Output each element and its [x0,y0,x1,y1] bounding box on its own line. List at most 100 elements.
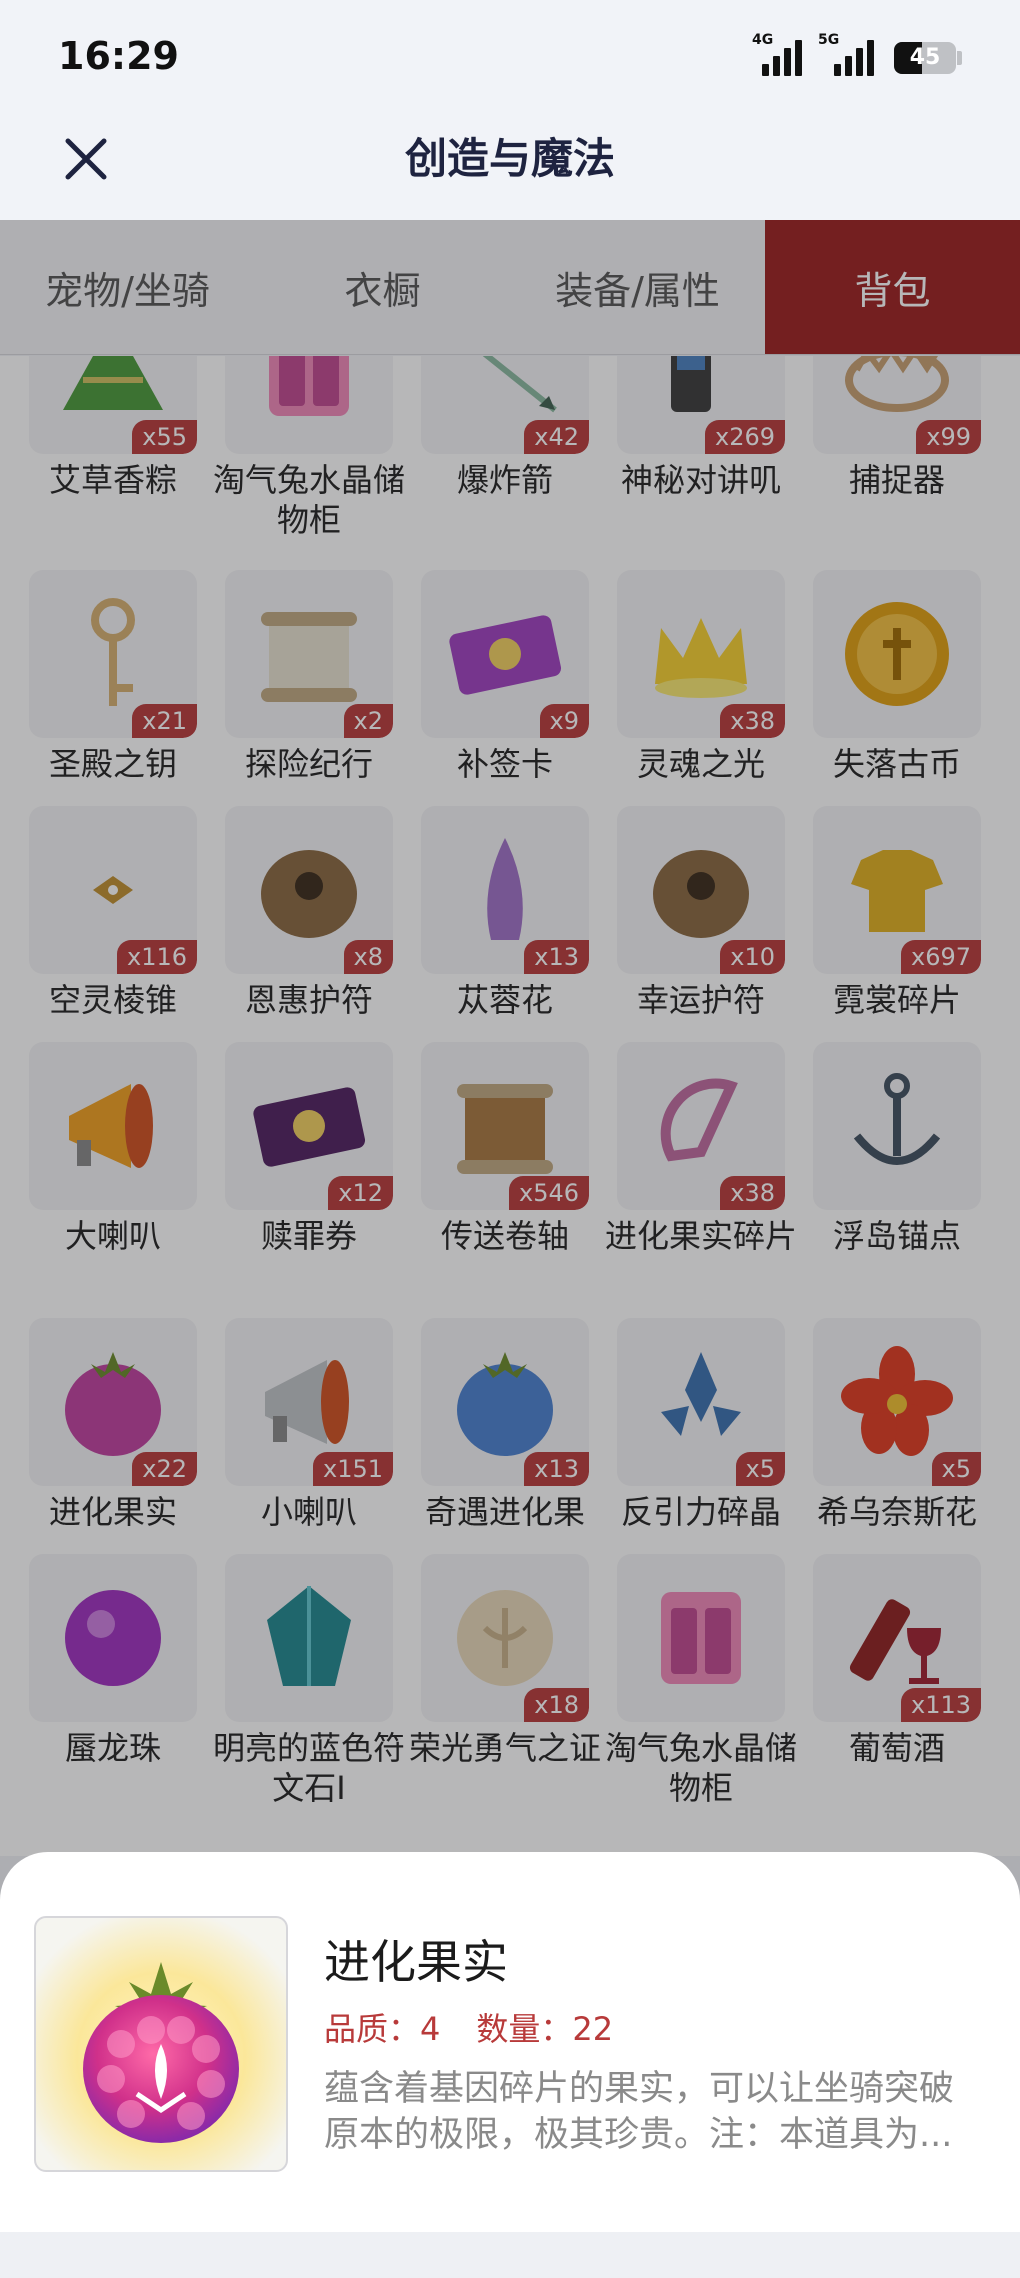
status-time: 16:29 [58,34,179,78]
inventory-item[interactable]: 浮岛锚点 [798,1042,996,1256]
key-icon [91,598,135,706]
item-thumbnail [813,1042,981,1210]
inventory-item[interactable]: 失落古币 [798,570,996,784]
inventory-item[interactable]: x38 进化果实碎片 [602,1042,800,1256]
megaphone-icon [265,1360,349,1444]
inventory-item[interactable]: x12 赎罪券 [210,1042,408,1256]
inventory-item[interactable]: x113 葡萄酒 [798,1554,996,1768]
item-thumbnail: x99 [813,356,981,454]
item-thumbnail: x2 [225,570,393,738]
voucher-icon [253,1087,366,1167]
crown-icon [655,618,747,698]
inventory-item[interactable]: x8 恩惠护符 [210,806,408,1020]
item-thumbnail: x55 [29,356,197,454]
inventory-item[interactable]: x38 灵魂之光 [602,570,800,784]
inventory-item[interactable]: 明亮的蓝色符文石I [210,1554,408,1808]
item-count-badge: x116 [116,940,197,974]
inventory-item[interactable]: x5 反引力碎晶 [602,1318,800,1532]
item-name: 明亮的蓝色符文石I [212,1729,405,1807]
tab-wardrobe[interactable]: 衣橱 [255,220,510,354]
item-count-badge: x18 [524,1688,589,1722]
item-name: 奇遇进化果 [424,1493,585,1531]
inventory-item[interactable]: 蜃龙珠 [14,1554,212,1768]
signal-5g-icon: 5G [818,32,874,76]
crystal-icon [661,1352,741,1436]
item-count-badge: x113 [900,1688,981,1722]
inventory-item[interactable]: x10 幸运护符 [602,806,800,1020]
item-count-badge: x151 [312,1452,393,1486]
inventory-item[interactable]: 淘气兔水晶储物柜 [210,356,408,540]
item-thumbnail: x9 [421,570,589,738]
fruit-shard-icon [660,1078,738,1162]
item-name: 神秘对讲叽 [620,461,781,499]
item-count-badge: x99 [916,420,981,454]
detail-item-meta: 品质：4 数量：22 [324,2004,613,2050]
item-thumbnail: x697 [813,806,981,974]
item-name: 进化果实碎片 [604,1217,797,1255]
item-count-badge: x42 [524,420,589,454]
inventory-item[interactable]: x2 探险纪行 [210,570,408,784]
item-thumbnail [29,1042,197,1210]
item-count-badge: x13 [524,940,589,974]
item-name: 灵魂之光 [636,745,765,783]
inventory-item[interactable]: x5 希乌奈斯花 [798,1318,996,1532]
item-count-badge: x55 [132,420,197,454]
inventory-item[interactable]: 大喇叭 [14,1042,212,1256]
inventory-item[interactable]: 淘气兔水晶储物柜 [602,1554,800,1808]
item-name: 圣殿之钥 [48,745,177,783]
item-count-badge: x38 [720,704,785,738]
inventory-item[interactable]: x116 空灵棱锥 [14,806,212,1020]
item-name: 荣光勇气之证 [408,1729,601,1767]
inventory-item[interactable]: x9 补签卡 [406,570,604,784]
orb-icon [65,1590,161,1686]
raspberry-icon [65,1352,161,1456]
item-count-badge: x10 [720,940,785,974]
inventory-item[interactable]: x151 小喇叭 [210,1318,408,1532]
item-name: 补签卡 [456,745,553,783]
emblem-icon [457,1590,553,1686]
item-thumbnail [617,1554,785,1722]
status-bar: 16:29 4G 5G 45 [0,0,1020,110]
detail-item-name: 进化果实 [324,1935,508,1989]
item-count-badge: x22 [132,1452,197,1486]
item-count-badge: x9 [539,704,589,738]
raspberry-icon [83,1962,239,2143]
item-name: 失落古币 [832,745,961,783]
item-name: 淘气兔水晶储物柜 [604,1729,797,1807]
tab-equipment[interactable]: 装备/属性 [510,220,765,354]
inventory-item[interactable]: x13 苁蓉花 [406,806,604,1020]
item-name: 恩惠护符 [244,981,373,1019]
inventory-item[interactable]: x42 爆炸箭 [406,356,604,500]
item-name: 淘气兔水晶储物柜 [212,461,405,539]
inventory-item[interactable]: x546 传送卷轴 [406,1042,604,1256]
item-count-badge: x8 [343,940,393,974]
item-thumbnail: x5 [813,1318,981,1486]
signal-4g-icon: 4G [752,32,802,76]
item-name: 大喇叭 [64,1217,161,1255]
item-count-badge: x546 [508,1176,589,1210]
megaphone-icon [69,1084,153,1168]
amulet-icon [653,850,749,938]
scroll-icon [261,612,357,702]
flower-icon [841,1346,953,1456]
inventory-item[interactable]: x55 艾草香粽 [14,356,212,500]
battery-tip [957,51,962,65]
item-thumbnail [813,570,981,738]
inventory-item[interactable]: x21 圣殿之钥 [14,570,212,784]
inventory-item[interactable]: x697 霓裳碎片 [798,806,996,1020]
tab-backpack[interactable]: 背包 [765,220,1020,354]
item-count-badge: x21 [132,704,197,738]
inventory-item[interactable]: x99 捕捉器 [798,356,996,500]
item-thumbnail: x38 [617,570,785,738]
header: 创造与魔法 [0,110,1020,220]
inventory-item[interactable]: x13 奇遇进化果 [406,1318,604,1532]
inventory-item[interactable]: x269 神秘对讲叽 [602,356,800,500]
item-name: 浮岛锚点 [832,1217,961,1255]
page-title: 创造与魔法 [404,134,615,183]
detail-item-description: 蕴含着基因碎片的果实，可以让坐骑突破原本的极限，极其珍贵。注：本道具为... [324,2069,955,2155]
inventory-item[interactable]: x18 荣光勇气之证 [406,1554,604,1768]
tab-pets-mounts[interactable]: 宠物/坐骑 [0,220,255,354]
item-name: 希乌奈斯花 [816,1493,977,1531]
item-name: 进化果实 [48,1493,177,1531]
inventory-item[interactable]: x22 进化果实 [14,1318,212,1532]
